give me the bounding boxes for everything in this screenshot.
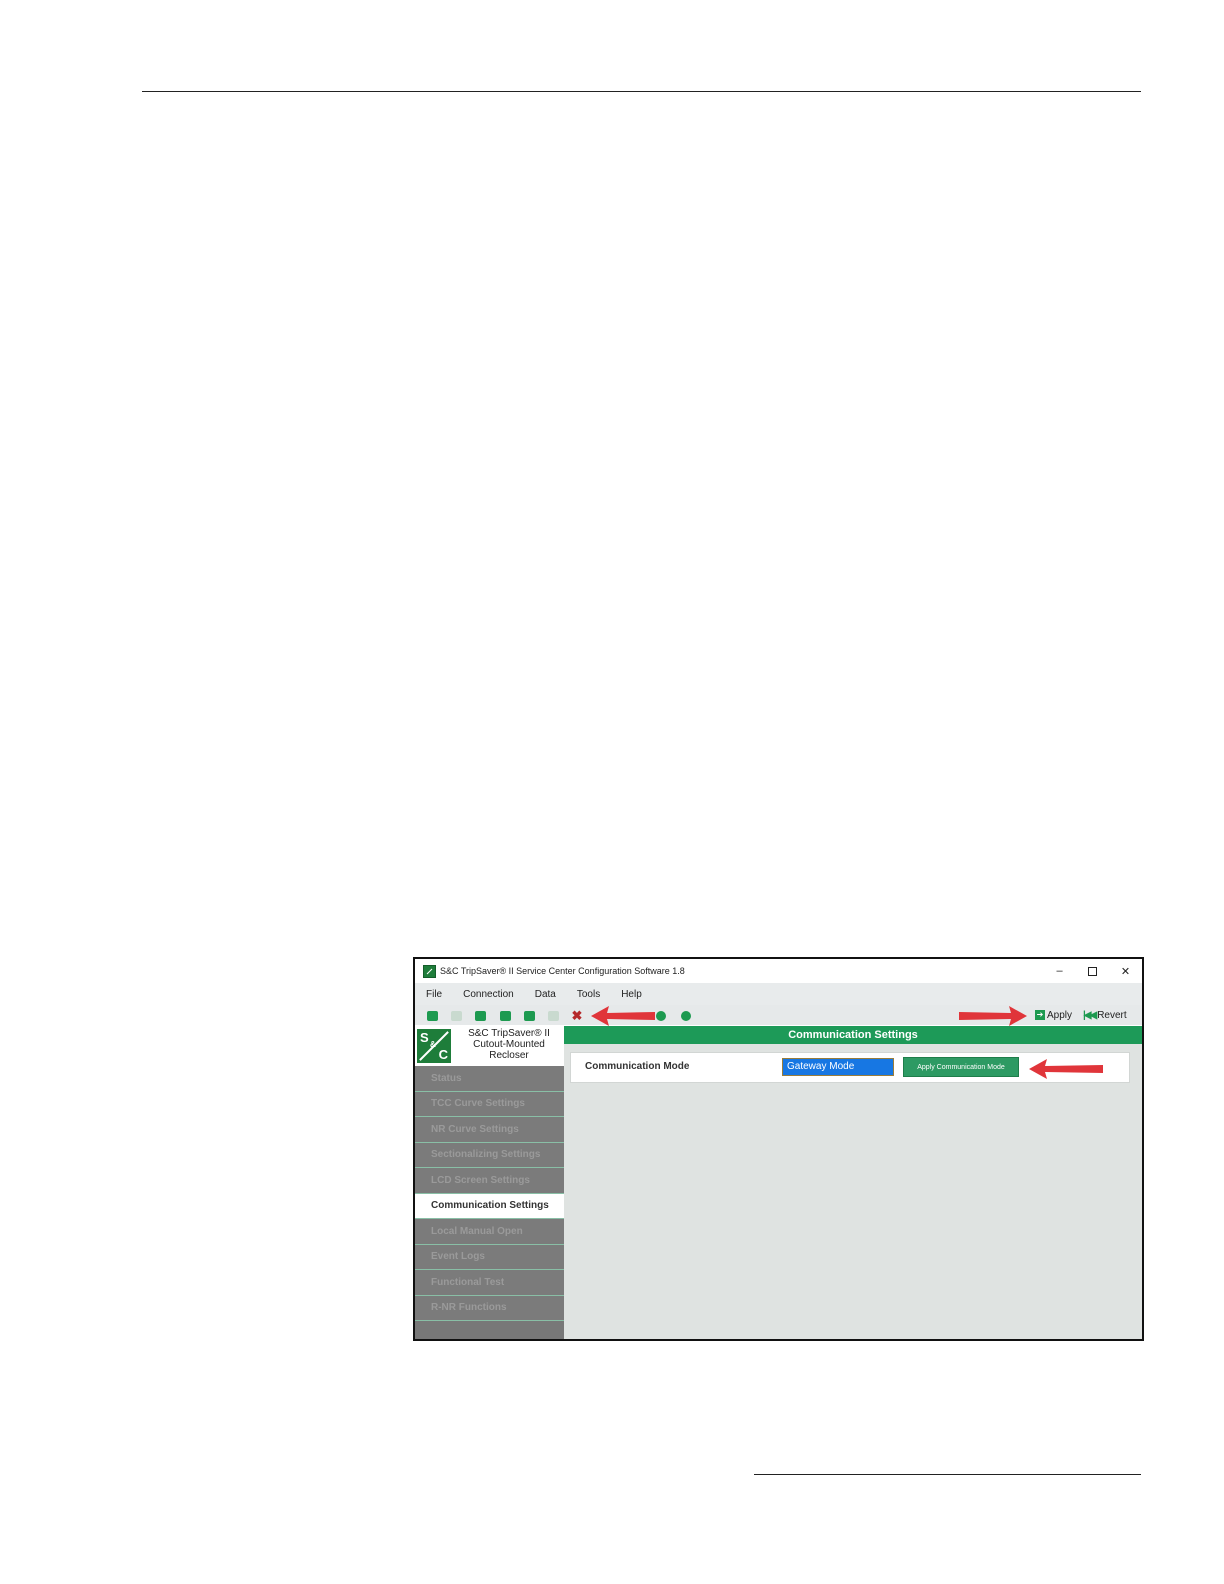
product-line-3: Recloser (489, 1050, 529, 1061)
annotation-arrow-mode-icon (1029, 1059, 1103, 1079)
sidebar-item-r-nr-functions[interactable]: R-NR Functions (415, 1295, 564, 1321)
menu-bar: File Connection Data Tools Help (415, 983, 1142, 1005)
sidebar-item-tcc-curve-settings[interactable]: TCC Curve Settings (415, 1091, 564, 1117)
print-icon[interactable] (523, 1010, 535, 1021)
disconnect-x-icon[interactable]: ✖ (571, 1009, 583, 1022)
sidebar-nav: Status TCC Curve Settings NR Curve Setti… (415, 1066, 564, 1321)
apply-button[interactable]: ➔ Apply (1035, 1007, 1072, 1023)
close-button[interactable]: ✕ (1109, 959, 1142, 983)
page-footer-rule (754, 1474, 1141, 1475)
communication-mode-select[interactable]: Gateway Mode (782, 1058, 894, 1076)
sidebar-item-sectionalizing-settings[interactable]: Sectionalizing Settings (415, 1142, 564, 1168)
page-header-rule (142, 91, 1141, 92)
product-logo-box: S & C S&C TripSaver® II Cutout-Mounted R… (415, 1026, 564, 1067)
product-name: S&C TripSaver® II Cutout-Mounted Reclose… (459, 1028, 559, 1061)
maximize-button[interactable] (1076, 959, 1109, 983)
annotation-arrow-right-icon (959, 1006, 1027, 1026)
revert-icon: |◀◀ (1083, 1009, 1097, 1021)
window-title: S&C TripSaver® II Service Center Configu… (440, 966, 685, 976)
toolbar: ✖ ➔ Apply |◀◀ Revert (415, 1005, 1142, 1025)
wireless-icon[interactable] (547, 1010, 559, 1021)
menu-file[interactable]: File (415, 989, 452, 1000)
sidebar-item-local-manual-open[interactable]: Local Manual Open (415, 1219, 564, 1245)
window-controls: – ✕ (1043, 959, 1142, 983)
title-bar: S&C TripSaver® II Service Center Configu… (415, 959, 1142, 983)
zoom-out-icon[interactable] (680, 1010, 692, 1021)
sidebar-item-functional-test[interactable]: Functional Test (415, 1270, 564, 1296)
disconnect-icon[interactable] (450, 1010, 462, 1021)
sc-logo-icon: S & C (417, 1029, 451, 1063)
menu-help[interactable]: Help (610, 989, 652, 1000)
menu-data[interactable]: Data (524, 989, 566, 1000)
snapshot-icon[interactable] (474, 1010, 486, 1021)
maximize-icon (1088, 966, 1097, 976)
sidebar-item-status[interactable]: Status (415, 1066, 564, 1092)
annotation-arrow-left-icon (591, 1006, 655, 1026)
sidebar-item-nr-curve-settings[interactable]: NR Curve Settings (415, 1117, 564, 1143)
sidebar-item-communication-settings[interactable]: Communication Settings (415, 1193, 564, 1219)
apply-label: Apply (1047, 1009, 1073, 1021)
menu-tools[interactable]: Tools (566, 989, 610, 1000)
app-logo-icon (423, 964, 436, 978)
app-window: S&C TripSaver® II Service Center Configu… (413, 957, 1144, 1341)
sidebar-item-lcd-screen-settings[interactable]: LCD Screen Settings (415, 1168, 564, 1194)
minimize-button[interactable]: – (1043, 959, 1076, 983)
revert-label: Revert (1097, 1009, 1127, 1021)
apply-communication-mode-button[interactable]: Apply Communication Mode (903, 1057, 1019, 1077)
connect-icon[interactable] (426, 1010, 438, 1021)
apply-icon: ➔ (1035, 1010, 1045, 1020)
product-line-2: Cutout-Mounted (473, 1039, 545, 1050)
communication-mode-label: Communication Mode (585, 1061, 690, 1072)
sidebar-item-event-logs[interactable]: Event Logs (415, 1244, 564, 1270)
revert-button[interactable]: |◀◀ Revert (1083, 1007, 1127, 1023)
product-line-1: S&C TripSaver® II (468, 1028, 550, 1039)
menu-connection[interactable]: Connection (452, 989, 524, 1000)
sidebar: S & C S&C TripSaver® II Cutout-Mounted R… (415, 1026, 564, 1339)
read-icon[interactable] (499, 1010, 511, 1021)
